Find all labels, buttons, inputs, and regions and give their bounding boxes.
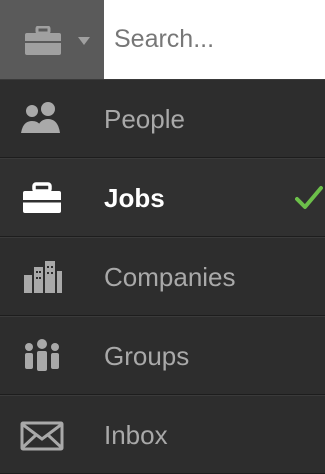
- envelope-icon: [20, 421, 64, 451]
- group-icon: [25, 339, 59, 371]
- menu-item-people[interactable]: People: [0, 79, 325, 158]
- search-menu: People Jobs Companies: [0, 0, 325, 474]
- menu-item-label: People: [104, 104, 185, 134]
- search-bar: [0, 0, 325, 79]
- menu-item-label: Jobs: [104, 183, 165, 213]
- menu-item-label: Inbox: [104, 420, 168, 450]
- chevron-down-icon: [78, 37, 90, 45]
- menu-item-companies[interactable]: Companies: [0, 237, 325, 316]
- checkmark-icon: [295, 186, 323, 209]
- search-input[interactable]: [104, 0, 325, 79]
- menu-item-label: Companies: [104, 262, 236, 292]
- buildings-icon: [24, 261, 62, 293]
- menu-item-inbox[interactable]: Inbox: [0, 395, 325, 474]
- menu-item-jobs[interactable]: Jobs: [0, 158, 325, 237]
- menu-item-groups[interactable]: Groups: [0, 316, 325, 395]
- briefcase-icon: [25, 26, 61, 55]
- search-scope-dropdown[interactable]: [0, 0, 104, 79]
- people-icon: [21, 102, 60, 133]
- menu-item-label: Groups: [104, 341, 190, 371]
- briefcase-icon: [23, 182, 61, 213]
